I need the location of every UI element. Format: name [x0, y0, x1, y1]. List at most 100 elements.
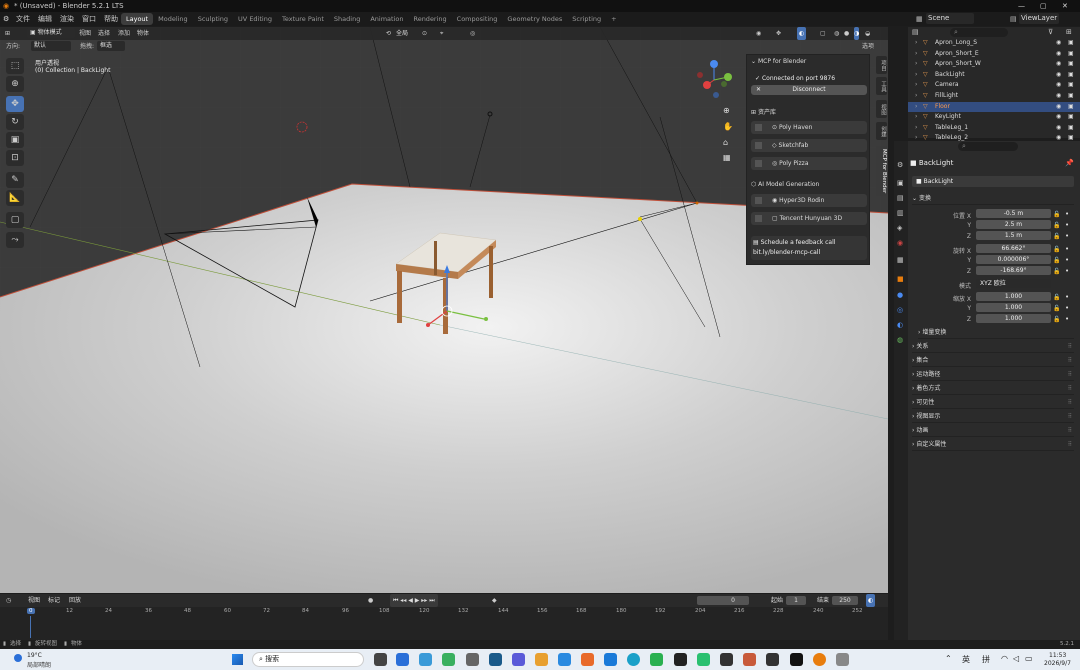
lock-icon[interactable]: 🔓 [1053, 257, 1060, 264]
transform-header[interactable]: ⌄ 变换 [912, 193, 1074, 205]
shading-material-icon[interactable]: ◑ [854, 27, 860, 40]
constraint-props-icon[interactable]: ◐ [897, 321, 903, 329]
tab-item[interactable]: 项目 [876, 56, 887, 74]
clock-date[interactable]: 2026/9/7 [1044, 660, 1071, 667]
render-camera-icon[interactable]: ▣ [1068, 70, 1074, 81]
keyframe-dot-icon[interactable]: • [1065, 210, 1069, 218]
end-field[interactable]: 250 [832, 596, 858, 605]
filter-icon[interactable]: ⊽ [1048, 28, 1053, 36]
shading-solid-icon[interactable]: ● [844, 27, 849, 40]
shading-rendered-icon[interactable]: ◒ [865, 27, 870, 40]
app-icon-5[interactable] [489, 653, 502, 666]
app-icon-7[interactable] [535, 653, 548, 666]
scale-y[interactable]: 1.000 [976, 303, 1051, 312]
keyframe-icon[interactable]: ◆ [492, 594, 497, 607]
object-name-field[interactable]: ■ BackLight [912, 176, 1074, 187]
app-icon-9[interactable] [581, 653, 594, 666]
scene-props-icon[interactable]: ◈ [897, 224, 902, 232]
outliner-row[interactable]: › ▽ Apron_Short_E ◉ ▣ [908, 49, 1080, 60]
lock-icon[interactable]: 🔓 [1053, 233, 1060, 240]
checkbox[interactable] [755, 160, 762, 167]
clock-time[interactable]: 11:53 [1049, 652, 1066, 659]
location-x[interactable]: -0.5 m [976, 209, 1051, 218]
lock-icon[interactable]: 🔓 [1053, 316, 1060, 323]
expand-chevron-icon[interactable]: › [915, 80, 917, 91]
delta-transform-header[interactable]: › 增量变换 [918, 327, 1074, 339]
render-camera-icon[interactable]: ▣ [1068, 123, 1074, 134]
tray-chevron-icon[interactable]: ⌃ [945, 654, 952, 663]
render-camera-icon[interactable]: ▣ [1068, 80, 1074, 91]
app-icon-14[interactable] [743, 653, 756, 666]
lock-icon[interactable]: 🔓 [1053, 305, 1060, 312]
property-section[interactable]: › 可见性 ⠿ [912, 397, 1074, 409]
maximize-button[interactable]: ▢ [1040, 0, 1047, 12]
minimize-button[interactable]: — [1018, 0, 1025, 12]
record-icon[interactable]: ● [368, 594, 373, 607]
add-workspace-button[interactable]: + [606, 13, 621, 25]
drag-handle-icon[interactable]: ⠿ [1068, 397, 1072, 409]
tab-layout[interactable]: Layout [121, 13, 154, 25]
scale-x[interactable]: 1.000 [976, 292, 1051, 301]
app-icon-8[interactable] [558, 653, 571, 666]
menu-file[interactable]: 文件 [12, 12, 34, 26]
eye-icon[interactable]: ◉ [1056, 38, 1061, 49]
playback-controls[interactable]: ⏮ ◂◂ ◀ ▶ ▸▸ ⏭ [390, 594, 438, 607]
drag-handle-icon[interactable]: ⠿ [1068, 439, 1072, 451]
app-icon-15[interactable] [790, 653, 803, 666]
outliner-row[interactable]: › ▽ FillLight ◉ ▣ [908, 91, 1080, 102]
app-icon-12[interactable] [697, 653, 710, 666]
outliner-row[interactable]: › ▽ Apron_Short_W ◉ ▣ [908, 59, 1080, 70]
transform-orientation[interactable]: 全局 [396, 27, 408, 40]
edge-icon[interactable] [627, 653, 640, 666]
menu-tl-playback[interactable]: 回放 [69, 594, 81, 607]
menu-window[interactable]: 窗口 [78, 12, 100, 26]
ime-lang[interactable]: 英 [962, 654, 970, 665]
render-camera-icon[interactable]: ▣ [1068, 49, 1074, 60]
drag-handle-icon[interactable]: ⠿ [1068, 383, 1072, 395]
lock-icon[interactable]: 🔓 [1053, 268, 1060, 275]
drag-handle-icon[interactable]: ⠿ [1068, 355, 1072, 367]
close-button[interactable]: ✕ [1062, 0, 1068, 12]
lock-icon[interactable]: 🔓 [1053, 222, 1060, 229]
menu-edit[interactable]: 编辑 [34, 12, 56, 26]
expand-chevron-icon[interactable]: › [915, 49, 917, 60]
drag-handle-icon[interactable]: ⠿ [1068, 425, 1072, 437]
overlay-icon[interactable]: ◐ [797, 27, 807, 40]
asset-poly-haven[interactable]: ⊙ Poly Haven [751, 121, 867, 134]
keyframe-dot-icon[interactable]: • [1065, 267, 1069, 275]
props-search[interactable]: ⌕ [958, 142, 1018, 151]
expand-chevron-icon[interactable]: › [915, 112, 917, 123]
render-props-icon[interactable]: ▣ [897, 179, 904, 187]
tab-tool[interactable]: 工具 [876, 77, 887, 95]
tab-compositing[interactable]: Compositing [452, 13, 503, 25]
tool-props-icon[interactable]: ⚙ [897, 161, 903, 169]
menu-render[interactable]: 渲染 [56, 12, 78, 26]
volume-icon[interactable]: ◁ [1013, 654, 1019, 663]
battery-icon[interactable]: ▭ [1025, 654, 1033, 663]
expand-chevron-icon[interactable]: › [915, 70, 917, 81]
transform-orientation-icon[interactable]: ⟲ [386, 27, 391, 40]
lock-icon[interactable]: 🔓 [1053, 294, 1060, 301]
outliner-row[interactable]: › ▽ Floor ◉ ▣ [908, 101, 1080, 113]
app-icon-6[interactable] [512, 653, 525, 666]
render-camera-icon[interactable]: ▣ [1068, 59, 1074, 70]
app-icon-1[interactable] [396, 653, 409, 666]
app-icon-11[interactable] [674, 653, 687, 666]
rotation-z[interactable]: -168.69° [976, 266, 1051, 275]
asset-sketchfab[interactable]: ◇ Sketchfab [751, 139, 867, 152]
weather-icon[interactable] [14, 654, 22, 662]
measure-tool[interactable]: 📐 [6, 190, 24, 206]
menu-tl-view[interactable]: 视图 [28, 594, 40, 607]
start-field[interactable]: 1 [786, 596, 806, 605]
keyframe-dot-icon[interactable]: • [1065, 256, 1069, 264]
view-layer-selector[interactable]: ViewLayer [1019, 13, 1059, 24]
modifier-props-icon[interactable]: ● [897, 291, 903, 299]
eye-icon[interactable]: ◉ [1056, 80, 1061, 91]
camera-view-icon[interactable]: ⌂ [723, 138, 728, 147]
tab-rendering[interactable]: Rendering [408, 13, 451, 25]
search-box[interactable]: ⌕ 搜索 [252, 652, 364, 667]
xray-icon[interactable]: ▢ [820, 27, 826, 40]
feedback-box[interactable]: ▤ Schedule a feedback call bit.ly/blende… [751, 236, 867, 260]
eye-icon[interactable]: ◉ [1056, 123, 1061, 134]
expand-chevron-icon[interactable]: › [915, 91, 917, 102]
